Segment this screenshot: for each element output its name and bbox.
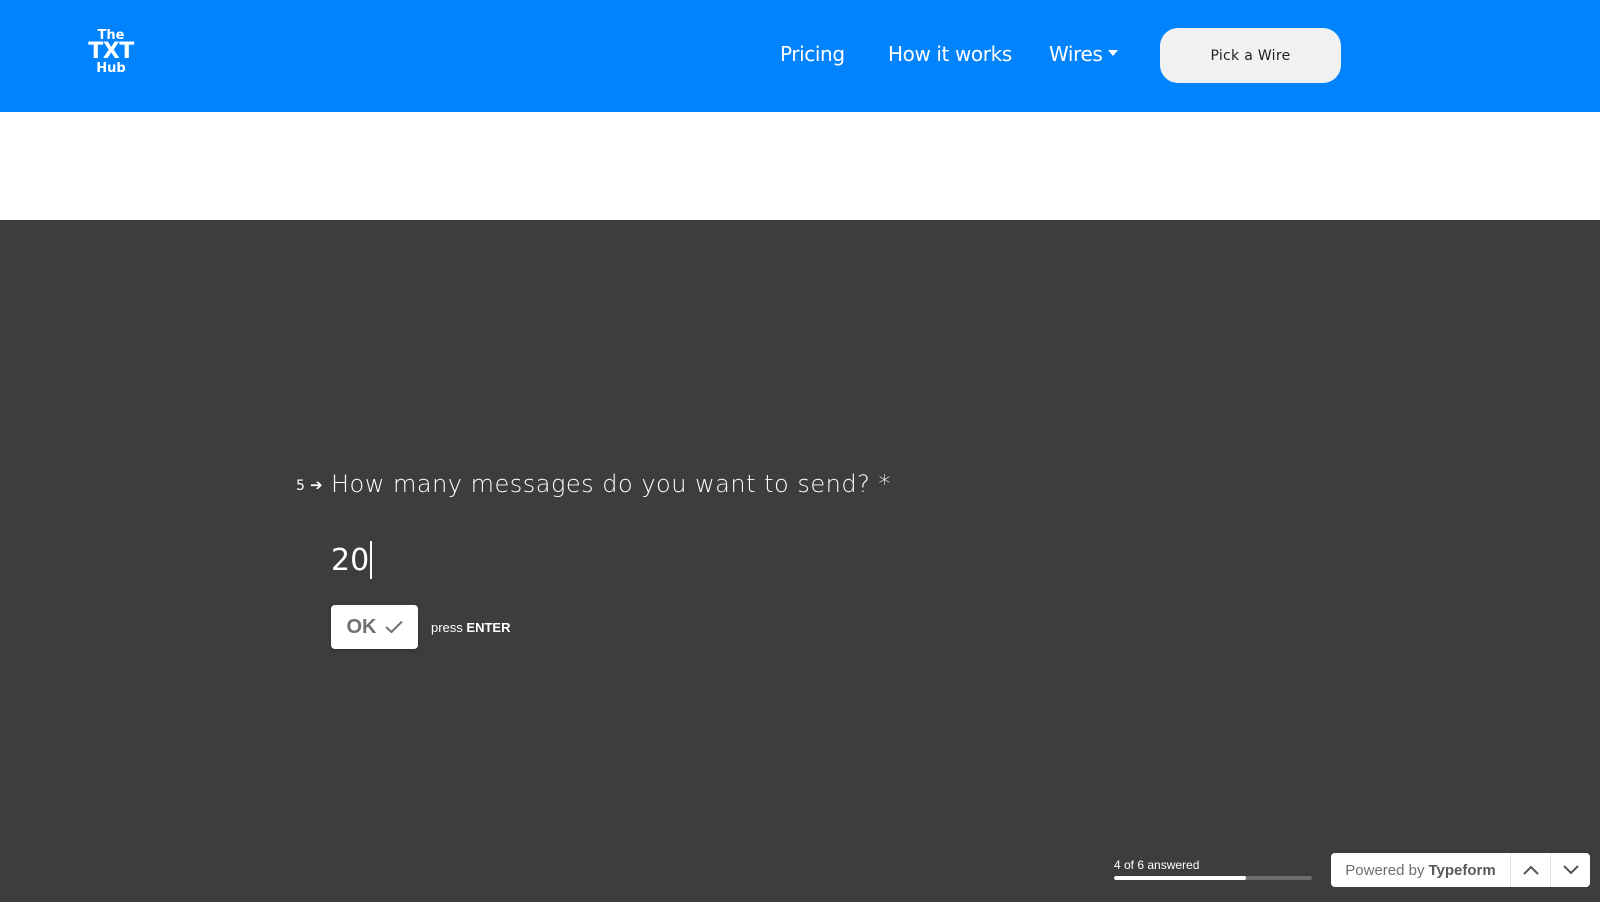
ok-label: OK <box>346 615 377 638</box>
site-header: The TXT Hub Pricing How it works Wires P… <box>0 0 1600 112</box>
nav-wires-dropdown[interactable]: Wires <box>1049 42 1119 66</box>
progress-label: 4 of 6 answered <box>1114 858 1200 872</box>
header-spacer <box>0 112 1600 220</box>
text-cursor <box>370 541 373 579</box>
typeform-footer-bar: Powered by Typeform <box>1331 853 1590 887</box>
nav-wires-label: Wires <box>1049 42 1103 66</box>
next-question-button[interactable] <box>1550 853 1590 887</box>
caret-down-icon <box>1108 49 1119 56</box>
hint-prefix: press <box>431 620 463 635</box>
progress-bar <box>1114 876 1312 880</box>
powered-by-prefix: Powered by <box>1345 861 1425 879</box>
previous-question-button[interactable] <box>1511 853 1550 887</box>
answer-value: 20 <box>331 542 370 578</box>
progress-bar-fill <box>1114 876 1247 880</box>
ok-button[interactable]: OK <box>331 605 418 649</box>
chevron-down-icon <box>1562 865 1579 875</box>
answer-input[interactable]: 20 <box>331 536 1031 584</box>
press-enter-hint: press ENTER <box>431 620 510 635</box>
logo-line-txt: TXT <box>88 39 134 64</box>
nav-how-it-works[interactable]: How it works <box>888 42 1012 66</box>
question-number: 5 <box>296 478 305 494</box>
question-text: How many messages do you want to send? * <box>331 470 891 498</box>
powered-by-brand: Typeform <box>1428 861 1496 879</box>
check-icon <box>384 620 403 634</box>
hint-key: ENTER <box>466 620 511 635</box>
arrow-right-icon: ➔ <box>310 477 323 494</box>
site-logo[interactable]: The TXT Hub <box>84 29 138 79</box>
chevron-up-icon <box>1522 865 1539 875</box>
pick-a-wire-button[interactable]: Pick a Wire <box>1160 28 1341 83</box>
powered-by-typeform-link[interactable]: Powered by Typeform <box>1331 853 1511 887</box>
nav-pricing[interactable]: Pricing <box>780 42 845 66</box>
